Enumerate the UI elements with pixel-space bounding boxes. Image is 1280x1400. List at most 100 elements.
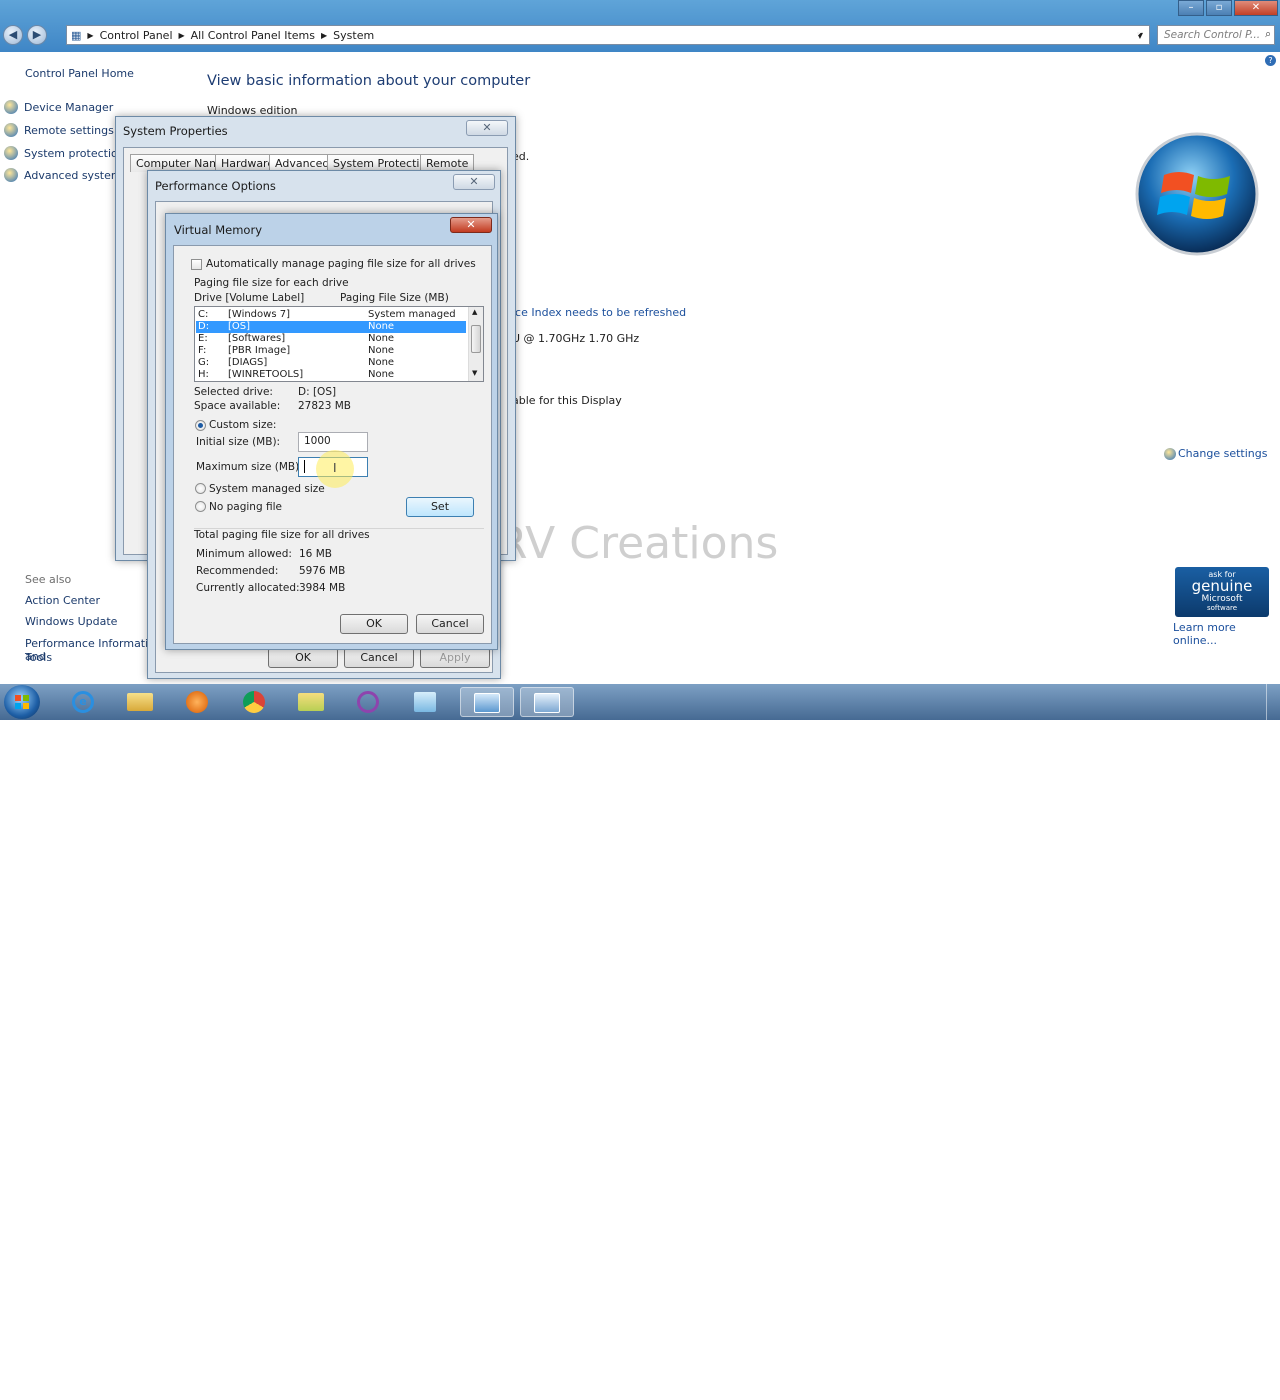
control-panel-taskbar-icon[interactable]: [460, 687, 514, 717]
remote-settings-link[interactable]: Remote settings: [4, 123, 114, 137]
scroll-up-icon[interactable]: ▲: [472, 308, 477, 316]
address-bar[interactable]: ▦ ▶ Control Panel ▶ All Control Panel It…: [66, 25, 1150, 45]
selected-drive-label: Selected drive:: [194, 386, 273, 398]
recommended-value: 5976 MB: [299, 565, 346, 577]
battery-icon[interactable]: ▮: [1092, 1378, 1106, 1392]
shield-icon: [4, 168, 18, 182]
performance-tools-link[interactable]: Tools: [25, 651, 52, 664]
apply-button[interactable]: Apply: [420, 648, 490, 668]
list-item[interactable]: D: [OS] None: [196, 321, 466, 333]
control-panel-home-link[interactable]: Control Panel Home: [25, 67, 134, 80]
clock-date: 10/21/2016: [1209, 1387, 1270, 1399]
minimize-button[interactable]: –: [1178, 0, 1204, 16]
refresh-icon[interactable]: ⟳: [1131, 27, 1141, 41]
list-item[interactable]: E: [Softwares] None: [196, 333, 466, 345]
list-scrollbar[interactable]: ▲ ▼: [468, 307, 483, 381]
search-icon: ⌕: [1265, 28, 1271, 40]
advanced-system-link[interactable]: Advanced system: [4, 168, 122, 182]
chrome-taskbar-icon[interactable]: [227, 687, 281, 717]
app-taskbar-icon[interactable]: [341, 687, 395, 717]
pen-touch-text: able for this Display: [512, 394, 622, 407]
tray-flag-icon[interactable]: ⚑: [1184, 1378, 1198, 1392]
system-managed-radio[interactable]: [195, 483, 206, 494]
space-available-value: 27823 MB: [298, 400, 352, 412]
tray-icon[interactable]: ◉: [999, 1378, 1013, 1392]
drive-size: None: [368, 333, 395, 344]
search-input[interactable]: Search Control P... ⌕: [1157, 25, 1275, 45]
show-desktop-button[interactable]: [1266, 684, 1280, 720]
ok-button[interactable]: OK: [340, 614, 408, 634]
close-button[interactable]: ✕: [450, 217, 492, 233]
drive-letter: E:: [198, 333, 208, 344]
initial-size-input[interactable]: 1000: [298, 432, 368, 452]
tray-icon[interactable]: ▣: [977, 1378, 991, 1392]
pictures-taskbar-icon[interactable]: [284, 687, 338, 717]
custom-size-radio[interactable]: [195, 420, 206, 431]
system-managed-label: System managed size: [209, 483, 325, 495]
set-button[interactable]: Set: [406, 497, 474, 517]
cancel-button[interactable]: Cancel: [344, 648, 414, 668]
tray-icon[interactable]: ◎: [1161, 1378, 1175, 1392]
list-item[interactable]: H: [WINRETOOLS] None: [196, 369, 466, 381]
scroll-down-icon[interactable]: ▼: [472, 369, 477, 377]
change-settings-link[interactable]: Change settings: [1164, 447, 1267, 460]
drive-size: None: [368, 321, 395, 332]
volume-icon[interactable]: ◀: [1138, 1378, 1152, 1392]
clock[interactable]: 1:14 PM 10/21/2016: [1209, 1372, 1270, 1400]
breadcrumb-item[interactable]: System: [333, 29, 374, 42]
tray-icon[interactable]: ✚: [1047, 1378, 1061, 1392]
list-item[interactable]: C: [Windows 7] System managed: [196, 309, 466, 321]
breadcrumb-item[interactable]: All Control Panel Items: [191, 29, 315, 42]
genuine-microsoft-badge[interactable]: ask for genuine Microsoft software: [1175, 567, 1269, 617]
dialog-body: Automatically manage paging file size fo…: [173, 245, 492, 644]
scroll-thumb[interactable]: [471, 325, 481, 353]
system-properties-taskbar-icon[interactable]: [520, 687, 574, 717]
forward-button[interactable]: ▶: [27, 25, 47, 45]
system-protection-link[interactable]: System protection: [4, 146, 125, 160]
tray-icon[interactable]: ◐: [907, 1378, 921, 1392]
document-taskbar-icon[interactable]: [398, 687, 452, 717]
drive-label: [DIAGS]: [228, 357, 268, 368]
experience-index-link[interactable]: ice Index needs to be refreshed: [512, 306, 686, 319]
auto-manage-checkbox[interactable]: [191, 259, 202, 270]
drive-label: [Windows 7]: [228, 309, 290, 320]
back-button[interactable]: ◀: [3, 25, 23, 45]
list-item[interactable]: F: [PBR Image] None: [196, 345, 466, 357]
network-icon[interactable]: ▂: [1114, 1378, 1128, 1392]
device-manager-link[interactable]: Device Manager: [4, 100, 113, 114]
action-center-link[interactable]: Action Center: [25, 594, 100, 607]
list-item[interactable]: G: [DIAGS] None: [196, 357, 466, 369]
shield-icon: [4, 100, 18, 114]
tray-download-icon[interactable]: ⬇: [931, 1378, 945, 1392]
tray-icon[interactable]: ◍: [1070, 1378, 1084, 1392]
close-button[interactable]: ✕: [466, 120, 508, 136]
windows-update-link[interactable]: Windows Update: [25, 615, 117, 628]
drive-size: None: [368, 345, 395, 356]
no-paging-radio[interactable]: [195, 501, 206, 512]
close-window-button[interactable]: ✕: [1234, 0, 1278, 16]
see-also-heading: See also: [25, 573, 72, 586]
media-player-taskbar-icon[interactable]: [170, 687, 224, 717]
maximize-button[interactable]: ▫: [1206, 0, 1232, 16]
ok-button[interactable]: OK: [268, 648, 338, 668]
close-button[interactable]: ✕: [453, 174, 495, 190]
drive-list[interactable]: C: [Windows 7] System managed D: [OS] None E…: [194, 306, 484, 382]
breadcrumb-item[interactable]: Control Panel: [100, 29, 173, 42]
link-label: Change settings: [1178, 447, 1268, 460]
internet-explorer-taskbar-icon[interactable]: e: [56, 687, 110, 717]
page-title: View basic information about your comput…: [207, 73, 531, 89]
badge-software: software: [1206, 604, 1238, 612]
total-paging-label: Total paging file size for all drives: [194, 529, 370, 541]
learn-more-link[interactable]: Learn more online...: [1173, 621, 1280, 647]
drive-label: [OS]: [228, 321, 251, 332]
chevron-right-icon: ▶: [178, 30, 185, 40]
link-label: Advanced system: [24, 169, 122, 182]
cancel-button[interactable]: Cancel: [416, 614, 484, 634]
space-available-label: Space available:: [194, 400, 281, 412]
help-icon[interactable]: ?: [1265, 55, 1276, 66]
tray-icon[interactable]: ✿: [954, 1378, 968, 1392]
drive-letter: C:: [198, 309, 209, 320]
tray-icon[interactable]: ▦: [1022, 1378, 1036, 1392]
start-button[interactable]: [4, 685, 40, 719]
file-explorer-taskbar-icon[interactable]: [113, 687, 167, 717]
